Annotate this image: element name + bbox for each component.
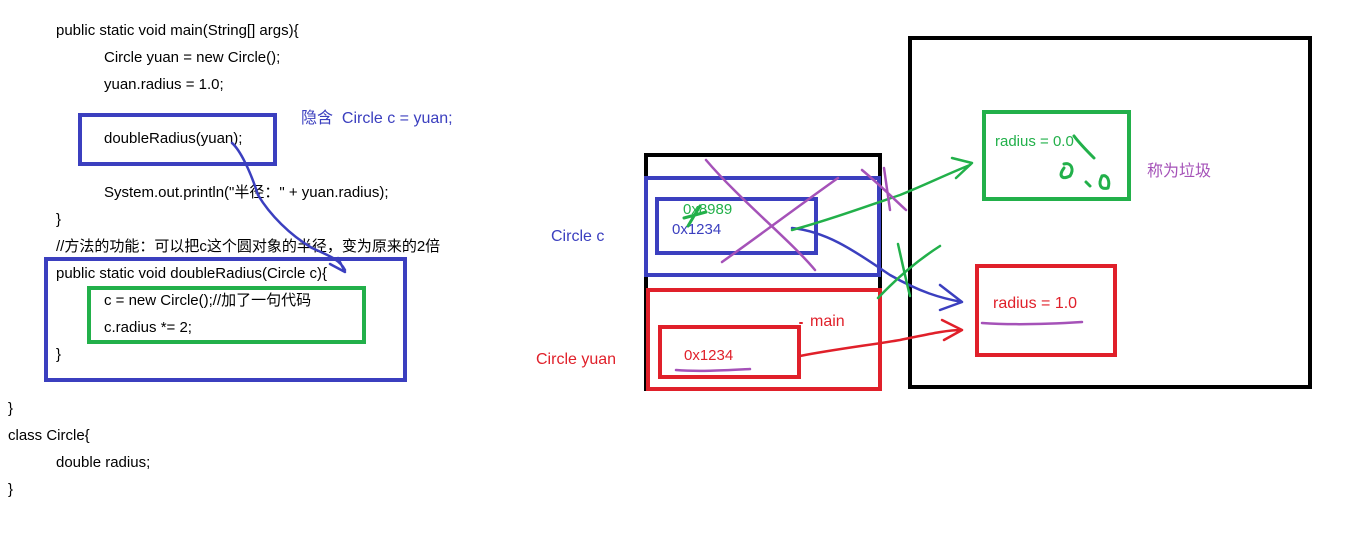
purple-edge-strokes bbox=[860, 166, 908, 212]
frame-popped-x-mark bbox=[704, 158, 840, 272]
radius-value-underline bbox=[980, 320, 1084, 326]
yuan-address-underline bbox=[674, 367, 752, 373]
call-to-param-arrow bbox=[230, 141, 347, 274]
green-cross-mark bbox=[682, 204, 708, 228]
zero-doodle bbox=[1059, 134, 1111, 190]
new-reference-arrow bbox=[790, 156, 974, 232]
green-cross-strokes bbox=[876, 242, 942, 300]
yuan-reference-arrow bbox=[798, 318, 964, 358]
annotation-ink-layer bbox=[230, 134, 1111, 373]
